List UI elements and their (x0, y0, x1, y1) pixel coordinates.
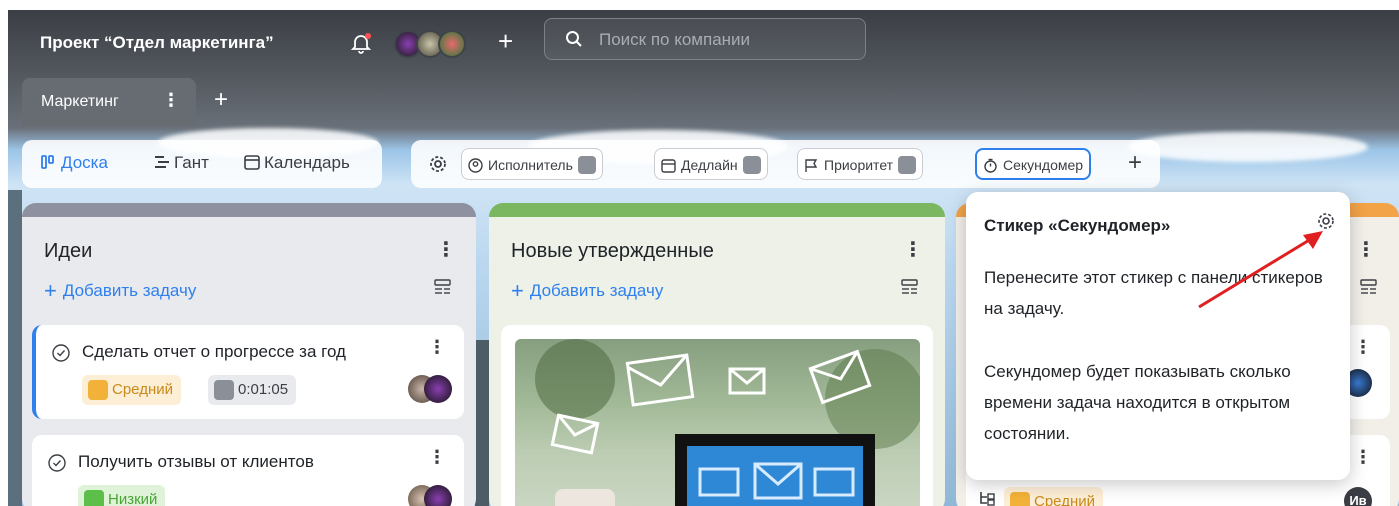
column-menu-icon[interactable]: ⋮ (1356, 237, 1376, 262)
task-card[interactable]: Получить отзывы от клиентов ⋮ Низкий (32, 435, 464, 506)
avatar (424, 485, 452, 506)
view-board[interactable]: Доска (41, 153, 108, 173)
task-menu-icon[interactable]: ⋮ (428, 337, 446, 358)
email-illustration (515, 339, 920, 506)
notification-bell-icon[interactable] (350, 32, 372, 54)
tab-marketing[interactable]: Маркетинг ⋮ (22, 78, 196, 126)
filter-label: Дедлайн (681, 157, 738, 173)
add-task-button[interactable]: + Добавить задачу (44, 278, 196, 304)
filter-bar: Исполнитель Дедлайн Приоритет Секундомер… (411, 140, 1160, 188)
view-label: Календарь (264, 153, 350, 172)
view-calendar[interactable]: Календарь (244, 153, 350, 173)
calendar-icon (244, 155, 260, 170)
task-title: Сделать отчет о прогрессе за год (82, 342, 346, 361)
avatar (424, 375, 452, 403)
priority-label: Средний (1034, 493, 1095, 506)
task-cover-image (515, 339, 920, 506)
project-title: Проект “Отдел маркетинга” (40, 33, 274, 52)
funnel-icon[interactable] (577, 156, 596, 174)
flag-icon (1010, 492, 1030, 506)
popup-text: Секундомер будет показывать сколько врем… (984, 362, 1291, 443)
mountain-decoration (8, 190, 22, 506)
column-menu-icon[interactable]: ⋮ (903, 237, 923, 262)
priority-badge[interactable]: Средний (82, 375, 181, 405)
column-settings-icon[interactable] (901, 279, 918, 296)
column-title: Идеи (44, 240, 93, 262)
flag-icon (84, 490, 104, 506)
column-ideas: Идеи ⋮ + Добавить задачу Сделать отчет о … (22, 203, 476, 506)
column-new-approved: Новые утвержденные ⋮ + Добавить задачу (489, 203, 945, 506)
timer-value: 0:01:05 (238, 381, 289, 398)
filter-priority[interactable]: Приоритет (797, 148, 924, 180)
stopwatch-icon (214, 380, 234, 400)
funnel-icon[interactable] (898, 156, 917, 174)
timer-badge[interactable]: 0:01:05 (208, 375, 297, 405)
check-circle-icon[interactable] (52, 344, 70, 362)
priority-label: Средний (112, 381, 173, 398)
filter-label: Исполнитель (488, 157, 573, 173)
mountain-decoration (475, 340, 489, 506)
check-circle-icon[interactable] (48, 454, 66, 472)
view-label: Гант (174, 153, 209, 172)
app-window: Проект “Отдел маркетинга” + Поиск по ком… (8, 10, 1399, 506)
gear-icon[interactable] (428, 154, 448, 174)
avatar-initials: Ив (1344, 487, 1372, 506)
priority-badge[interactable]: Низкий (78, 485, 166, 506)
search-placeholder: Поиск по компании (599, 30, 751, 49)
column-title: Новые утвержденные (511, 240, 714, 262)
priority-badge[interactable]: Средний (1004, 487, 1103, 506)
annotation-arrow-icon (1198, 231, 1323, 309)
view-gantt[interactable]: Гант (154, 153, 209, 173)
view-switcher: Доска Гант Календарь (22, 140, 382, 188)
filter-label: Секундомер (1003, 157, 1084, 173)
subtask-icon (980, 492, 995, 506)
task-title: Получить отзывы от клиентов (78, 452, 314, 471)
board-icon (41, 155, 54, 169)
flag-icon (88, 380, 108, 400)
task-card[interactable]: Сделать отчет о прогрессе за год ⋮ Средн… (32, 325, 464, 419)
tab-label: Маркетинг (41, 93, 119, 110)
add-tab-button[interactable]: + (214, 88, 228, 112)
filter-stopwatch[interactable]: Секундомер (975, 148, 1092, 180)
add-member-button[interactable]: + (498, 28, 513, 54)
column-settings-icon[interactable] (1360, 279, 1377, 296)
column-menu-icon[interactable]: ⋮ (436, 237, 456, 262)
add-task-label: Добавить задачу (62, 281, 197, 300)
priority-label: Низкий (108, 491, 158, 506)
filter-assignee[interactable]: Исполнитель (461, 148, 603, 180)
calendar-icon (661, 159, 676, 173)
assignee-avatars[interactable] (408, 375, 454, 405)
add-task-label: Добавить задачу (529, 281, 664, 300)
stopwatch-icon (984, 158, 997, 173)
add-task-button[interactable]: + Добавить задачу (511, 278, 663, 304)
cloud-decoration (1128, 132, 1368, 162)
view-label: Доска (61, 153, 108, 172)
task-menu-icon[interactable]: ⋮ (1354, 337, 1372, 358)
filter-label: Приоритет (824, 157, 894, 173)
flag-icon (805, 159, 818, 172)
popup-title: Стикер «Секундомер» (984, 216, 1171, 235)
search-input[interactable]: Поиск по компании (544, 18, 866, 60)
tab-menu-icon[interactable]: ⋮ (162, 90, 180, 111)
assignee-avatars[interactable] (408, 485, 454, 506)
funnel-icon[interactable] (742, 156, 761, 174)
task-menu-icon[interactable]: ⋮ (428, 447, 446, 468)
task-menu-icon[interactable]: ⋮ (1354, 447, 1372, 468)
search-icon (566, 31, 582, 47)
add-sticker-button[interactable]: + (1128, 149, 1142, 177)
column-settings-icon[interactable] (434, 279, 451, 296)
avatar[interactable] (438, 30, 466, 58)
person-icon (468, 158, 483, 173)
task-card-with-image[interactable] (501, 325, 933, 506)
gantt-icon (155, 156, 169, 168)
top-bar: Проект “Отдел маркетинга” + Поиск по ком… (8, 10, 1399, 74)
filter-deadline[interactable]: Дедлайн (654, 148, 768, 180)
